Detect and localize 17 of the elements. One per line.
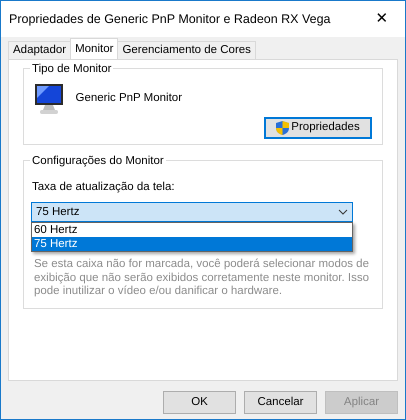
refresh-rate-dropdown[interactable]: 75 Hertz: [31, 202, 353, 222]
tab[interactable]: Adaptador: [8, 41, 72, 59]
shield-icon: [276, 121, 290, 135]
monitor-icon: [34, 83, 64, 115]
dropdown-option[interactable]: 60 Hertz: [32, 223, 352, 238]
dropdown-option[interactable]: 75 Hertz: [32, 237, 352, 252]
dialog-button[interactable]: Cancelar: [244, 391, 317, 414]
warning-text: Se esta caixa não for marcada, você poderá selecionar modos de exibição que não serão exibidos corretamente neste monitor. Isso pode inutilizar o vídeo e/ou danificar o hardware.: [34, 258, 370, 299]
close-button[interactable]: ✕: [359, 8, 405, 30]
properties-button[interactable]: Propriedades: [264, 117, 372, 139]
monitor-name: Generic PnP Monitor: [76, 91, 182, 106]
field-label: Taxa de atualização da tela:: [32, 180, 176, 195]
dialog-button[interactable]: OK: [163, 391, 236, 414]
window-title: Propriedades de Generic PnP Monitor e Radeon RX Vega: [9, 10, 332, 28]
tab[interactable]: Gerenciamento de Cores: [117, 41, 256, 59]
tab[interactable]: Monitor: [70, 38, 118, 59]
chevron-icon: [338, 209, 348, 216]
